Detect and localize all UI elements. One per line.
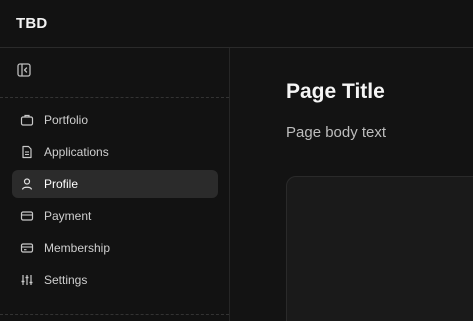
brand-title: TBD — [16, 15, 48, 32]
sidebar-item-settings[interactable]: Settings — [12, 266, 218, 294]
sidebar-collapse-icon — [16, 63, 32, 82]
sidebar-collapse-button[interactable] — [16, 62, 32, 78]
sidebar-item-label: Portfolio — [44, 113, 89, 127]
main-content: Page Title Page body text — [230, 48, 473, 321]
content-card — [286, 176, 473, 321]
sidebar-item-profile[interactable]: Profile — [12, 170, 218, 198]
sidebar-item-label: Settings — [44, 273, 88, 287]
card-icon — [20, 209, 34, 223]
sidebar-item-applications[interactable]: Applications — [12, 138, 218, 166]
sidebar-item-portfolio[interactable]: Portfolio — [12, 106, 218, 134]
sliders-icon — [20, 273, 34, 287]
sidebar: Portfolio Applications Profile Payment M… — [0, 48, 230, 321]
top-bar: TBD — [0, 0, 473, 48]
membership-card-icon — [20, 241, 34, 255]
sidebar-item-label: Profile — [44, 177, 79, 191]
briefcase-icon — [20, 113, 34, 127]
sidebar-divider — [0, 314, 229, 315]
sidebar-divider — [0, 97, 229, 98]
document-icon — [20, 145, 34, 159]
sidebar-item-membership[interactable]: Membership — [12, 234, 218, 262]
sidebar-item-payment[interactable]: Payment — [12, 202, 218, 230]
sidebar-nav: Portfolio Applications Profile Payment M… — [12, 106, 218, 298]
sidebar-item-label: Payment — [44, 209, 92, 223]
sidebar-item-label: Applications — [44, 145, 109, 159]
page-body-text: Page body text — [286, 124, 387, 141]
page-title: Page Title — [286, 80, 385, 103]
app-window: TBD Portfolio Applications Profile Payme… — [0, 0, 473, 321]
sidebar-item-label: Membership — [44, 241, 111, 255]
user-icon — [20, 177, 34, 191]
